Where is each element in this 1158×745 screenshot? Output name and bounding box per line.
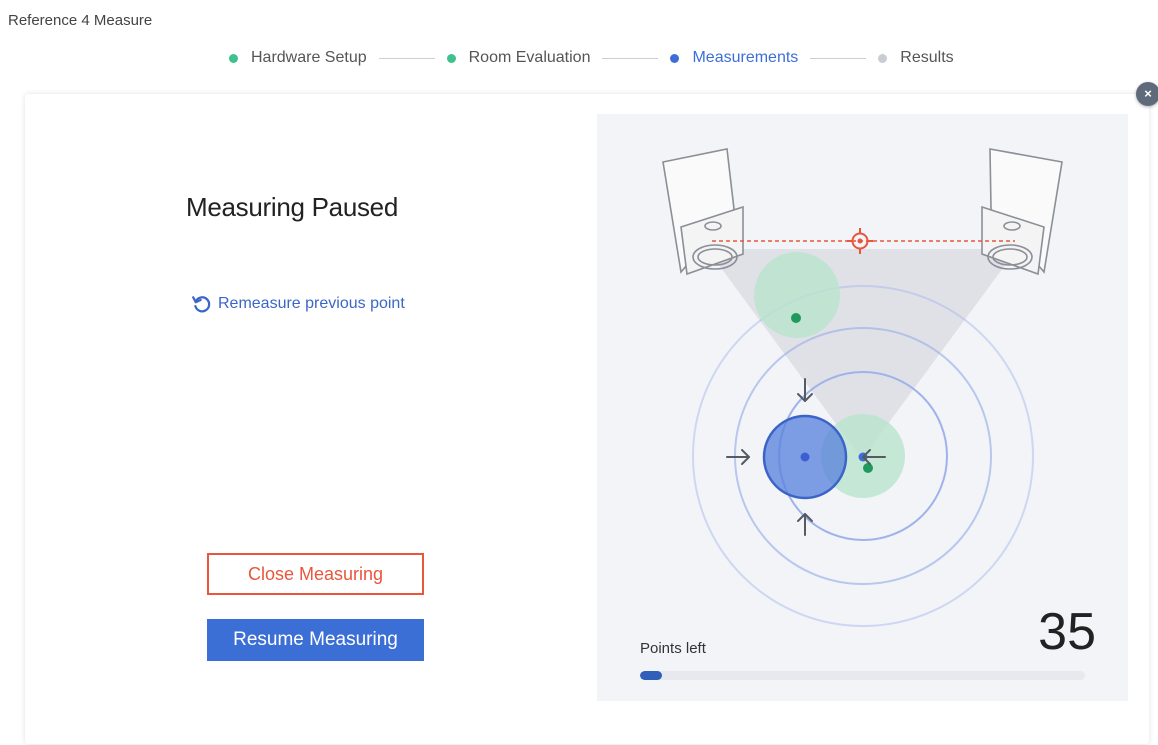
step-dot-icon: [446, 53, 456, 63]
resume-measuring-button[interactable]: Resume Measuring: [207, 619, 424, 661]
step-label: Measurements: [692, 49, 799, 66]
undo-icon: [192, 296, 211, 313]
step-connector: [378, 57, 435, 59]
microphone-center-dot: [800, 452, 810, 462]
step-label: Hardware Setup: [251, 49, 367, 66]
close-measuring-button[interactable]: Close Measuring: [207, 553, 424, 595]
step-dot-icon: [229, 53, 238, 63]
dialog-title: Measuring Paused: [186, 192, 398, 222]
app-title: Reference 4 Measure: [8, 12, 153, 29]
step-connector: [602, 57, 659, 59]
step-label: Room Evaluation: [468, 49, 591, 66]
points-left-label: Points left: [640, 640, 706, 657]
step-connector: [810, 57, 867, 59]
step-dot-icon: [670, 53, 680, 63]
progress-stepper: Hardware Setup Room Evaluation Measureme…: [229, 48, 954, 68]
arrow-up-icon: [797, 513, 813, 536]
points-left-count: 35: [1038, 603, 1096, 661]
left-speaker-icon: [662, 148, 744, 276]
step-dot-icon: [878, 53, 888, 63]
step-measurements: Measurements: [670, 49, 798, 67]
close-dialog-icon[interactable]: ×: [1136, 82, 1158, 106]
step-hardware-setup: Hardware Setup: [229, 49, 367, 67]
remeasure-label: Remeasure previous point: [218, 294, 405, 312]
arrow-right-icon: [726, 449, 750, 465]
measured-point-dot: [863, 463, 873, 473]
room-visualization: Points left 35: [597, 114, 1128, 701]
step-room-evaluation: Room Evaluation: [446, 49, 591, 67]
step-results: Results: [878, 49, 954, 67]
points-progress-bar: [640, 671, 1085, 680]
step-label: Results: [900, 49, 954, 66]
points-progress-fill: [640, 671, 663, 680]
measured-point-dot: [791, 313, 801, 323]
remeasure-previous-link[interactable]: Remeasure previous point: [191, 293, 405, 314]
right-speaker-icon: [981, 148, 1063, 276]
measured-point-zone: [754, 252, 840, 338]
